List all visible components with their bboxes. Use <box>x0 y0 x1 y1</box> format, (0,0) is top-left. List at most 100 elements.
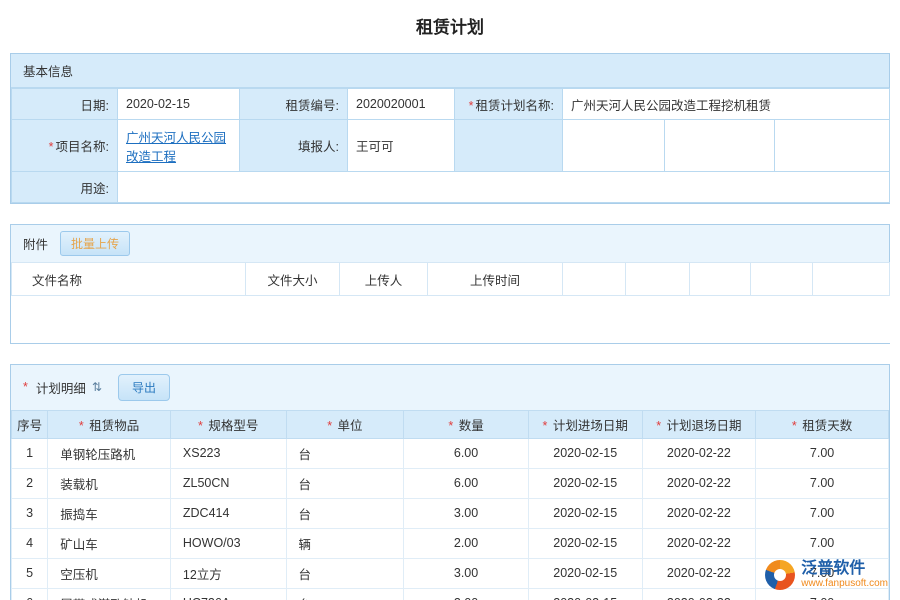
basic-info-panel: 基本信息 日期: 2020-02-15 租赁编号: 2020020001 *租赁… <box>10 53 890 204</box>
cell-item: 履带式潜孔钻机 <box>48 588 171 600</box>
cell-exit_date: 2020-02-22 <box>642 468 756 498</box>
cell-item: 装载机 <box>48 468 171 498</box>
attachments-head-row: 文件名称 文件大小 上传人 上传时间 <box>12 263 890 296</box>
cell-seq: 1 <box>12 438 48 468</box>
cell-unit: 辆 <box>286 528 404 558</box>
cell-qty: 3.00 <box>404 498 529 528</box>
table-row: 6履带式潜孔钻机HC726A台2.002020-02-152020-02-227… <box>12 588 889 600</box>
plan-details-body: 1单钢轮压路机XS223台6.002020-02-152020-02-227.0… <box>12 438 889 600</box>
purpose-value <box>118 172 890 203</box>
empty-header-cell <box>626 263 690 296</box>
column-header: * 租赁物品 <box>48 410 171 438</box>
cell-unit: 台 <box>286 438 404 468</box>
column-header: * 规格型号 <box>170 410 286 438</box>
column-header-file-name: 文件名称 <box>12 263 246 296</box>
basic-info-section-title: 基本信息 <box>11 54 889 88</box>
project-label: *项目名称: <box>12 120 118 172</box>
project-value-cell: 广州天河人民公园改造工程 <box>118 120 240 172</box>
basic-info-table: 日期: 2020-02-15 租赁编号: 2020020001 *租赁计划名称:… <box>11 88 890 203</box>
cell-seq: 4 <box>12 528 48 558</box>
column-header: * 计划退场日期 <box>642 410 756 438</box>
cell-exit_date: 2020-02-22 <box>642 498 756 528</box>
attachments-section-title: 附件 <box>23 234 48 253</box>
cell-enter_date: 2020-02-15 <box>528 498 642 528</box>
cell-unit: 台 <box>286 468 404 498</box>
batch-upload-button[interactable]: 批量上传 <box>60 231 130 256</box>
cell-item: 矿山车 <box>48 528 171 558</box>
cell-days: 7.00 <box>756 468 889 498</box>
cell-exit_date: 2020-02-22 <box>642 558 756 588</box>
plan-name-label: *租赁计划名称: <box>455 89 563 120</box>
basic-info-row-2: *项目名称: 广州天河人民公园改造工程 填报人: 王可可 <box>12 120 890 172</box>
cell-seq: 5 <box>12 558 48 588</box>
empty-header-cell <box>751 263 813 296</box>
cell-exit_date: 2020-02-22 <box>642 528 756 558</box>
cell-model: 12立方 <box>170 558 286 588</box>
column-header: * 计划进场日期 <box>528 410 642 438</box>
attachments-header: 附件 批量上传 <box>11 225 889 262</box>
cell-unit: 台 <box>286 558 404 588</box>
empty-value-cell <box>563 120 665 172</box>
plan-details-head-row: 序号* 租赁物品* 规格型号* 单位* 数量* 计划进场日期* 计划退场日期* … <box>12 410 889 438</box>
empty-header-cell <box>563 263 626 296</box>
date-value: 2020-02-15 <box>118 89 240 120</box>
cell-qty: 2.00 <box>404 528 529 558</box>
plan-details-toolbar: * 计划明细 ⇅ 导出 <box>11 365 889 410</box>
cell-seq: 3 <box>12 498 48 528</box>
plan-details-table: 序号* 租赁物品* 规格型号* 单位* 数量* 计划进场日期* 计划退场日期* … <box>11 410 889 600</box>
export-button[interactable]: 导出 <box>118 374 170 401</box>
column-header-file-size: 文件大小 <box>246 263 340 296</box>
cell-unit: 台 <box>286 588 404 600</box>
reporter-value: 王可可 <box>348 120 455 172</box>
table-row: 4矿山车HOWO/03辆2.002020-02-152020-02-227.00 <box>12 528 889 558</box>
page-title: 租赁计划 <box>0 0 900 53</box>
cell-model: ZDC414 <box>170 498 286 528</box>
project-link[interactable]: 广州天河人民公园改造工程 <box>126 131 226 164</box>
required-mark: * <box>49 140 54 154</box>
empty-header-cell <box>690 263 751 296</box>
attachments-empty-area <box>12 296 890 343</box>
cell-model: HC726A <box>170 588 286 600</box>
rental-no-label: 租赁编号: <box>240 89 348 120</box>
cell-item: 单钢轮压路机 <box>48 438 171 468</box>
required-mark: * <box>469 99 474 113</box>
column-header-uploader: 上传人 <box>340 263 428 296</box>
cell-enter_date: 2020-02-15 <box>528 528 642 558</box>
reporter-label: 填报人: <box>240 120 348 172</box>
rental-no-value: 2020020001 <box>348 89 455 120</box>
cell-days: 7.00 <box>756 528 889 558</box>
cell-model: XS223 <box>170 438 286 468</box>
cell-days: 7.00 <box>756 498 889 528</box>
cell-qty: 2.00 <box>404 588 529 600</box>
cell-qty: 6.00 <box>404 438 529 468</box>
column-header: 序号 <box>12 410 48 438</box>
cell-days: 7.00 <box>756 588 889 600</box>
cell-enter_date: 2020-02-15 <box>528 468 642 498</box>
purpose-label: 用途: <box>12 172 118 203</box>
cell-qty: 3.00 <box>404 558 529 588</box>
cell-model: HOWO/03 <box>170 528 286 558</box>
cell-seq: 6 <box>12 588 48 600</box>
attachments-table: 文件名称 文件大小 上传人 上传时间 <box>11 262 890 343</box>
empty-value-cell <box>665 120 775 172</box>
basic-info-row-3: 用途: <box>12 172 890 203</box>
cell-qty: 6.00 <box>404 468 529 498</box>
empty-header-cell <box>813 263 890 296</box>
empty-value-cell <box>775 120 890 172</box>
cell-enter_date: 2020-02-15 <box>528 558 642 588</box>
sort-icon[interactable]: ⇅ <box>92 380 102 394</box>
cell-unit: 台 <box>286 498 404 528</box>
cell-enter_date: 2020-02-15 <box>528 588 642 600</box>
plan-name-value: 广州天河人民公园改造工程挖机租赁 <box>563 89 890 120</box>
plan-details-section-title: 计划明细 <box>36 378 86 397</box>
column-header: * 数量 <box>404 410 529 438</box>
cell-model: ZL50CN <box>170 468 286 498</box>
cell-item: 振捣车 <box>48 498 171 528</box>
basic-info-row-1: 日期: 2020-02-15 租赁编号: 2020020001 *租赁计划名称:… <box>12 89 890 120</box>
cell-seq: 2 <box>12 468 48 498</box>
cell-enter_date: 2020-02-15 <box>528 438 642 468</box>
cell-exit_date: 2020-02-22 <box>642 438 756 468</box>
cell-days: 7.00 <box>756 558 889 588</box>
cell-exit_date: 2020-02-22 <box>642 588 756 600</box>
attachments-panel: 附件 批量上传 文件名称 文件大小 上传人 上传时间 <box>10 224 890 344</box>
